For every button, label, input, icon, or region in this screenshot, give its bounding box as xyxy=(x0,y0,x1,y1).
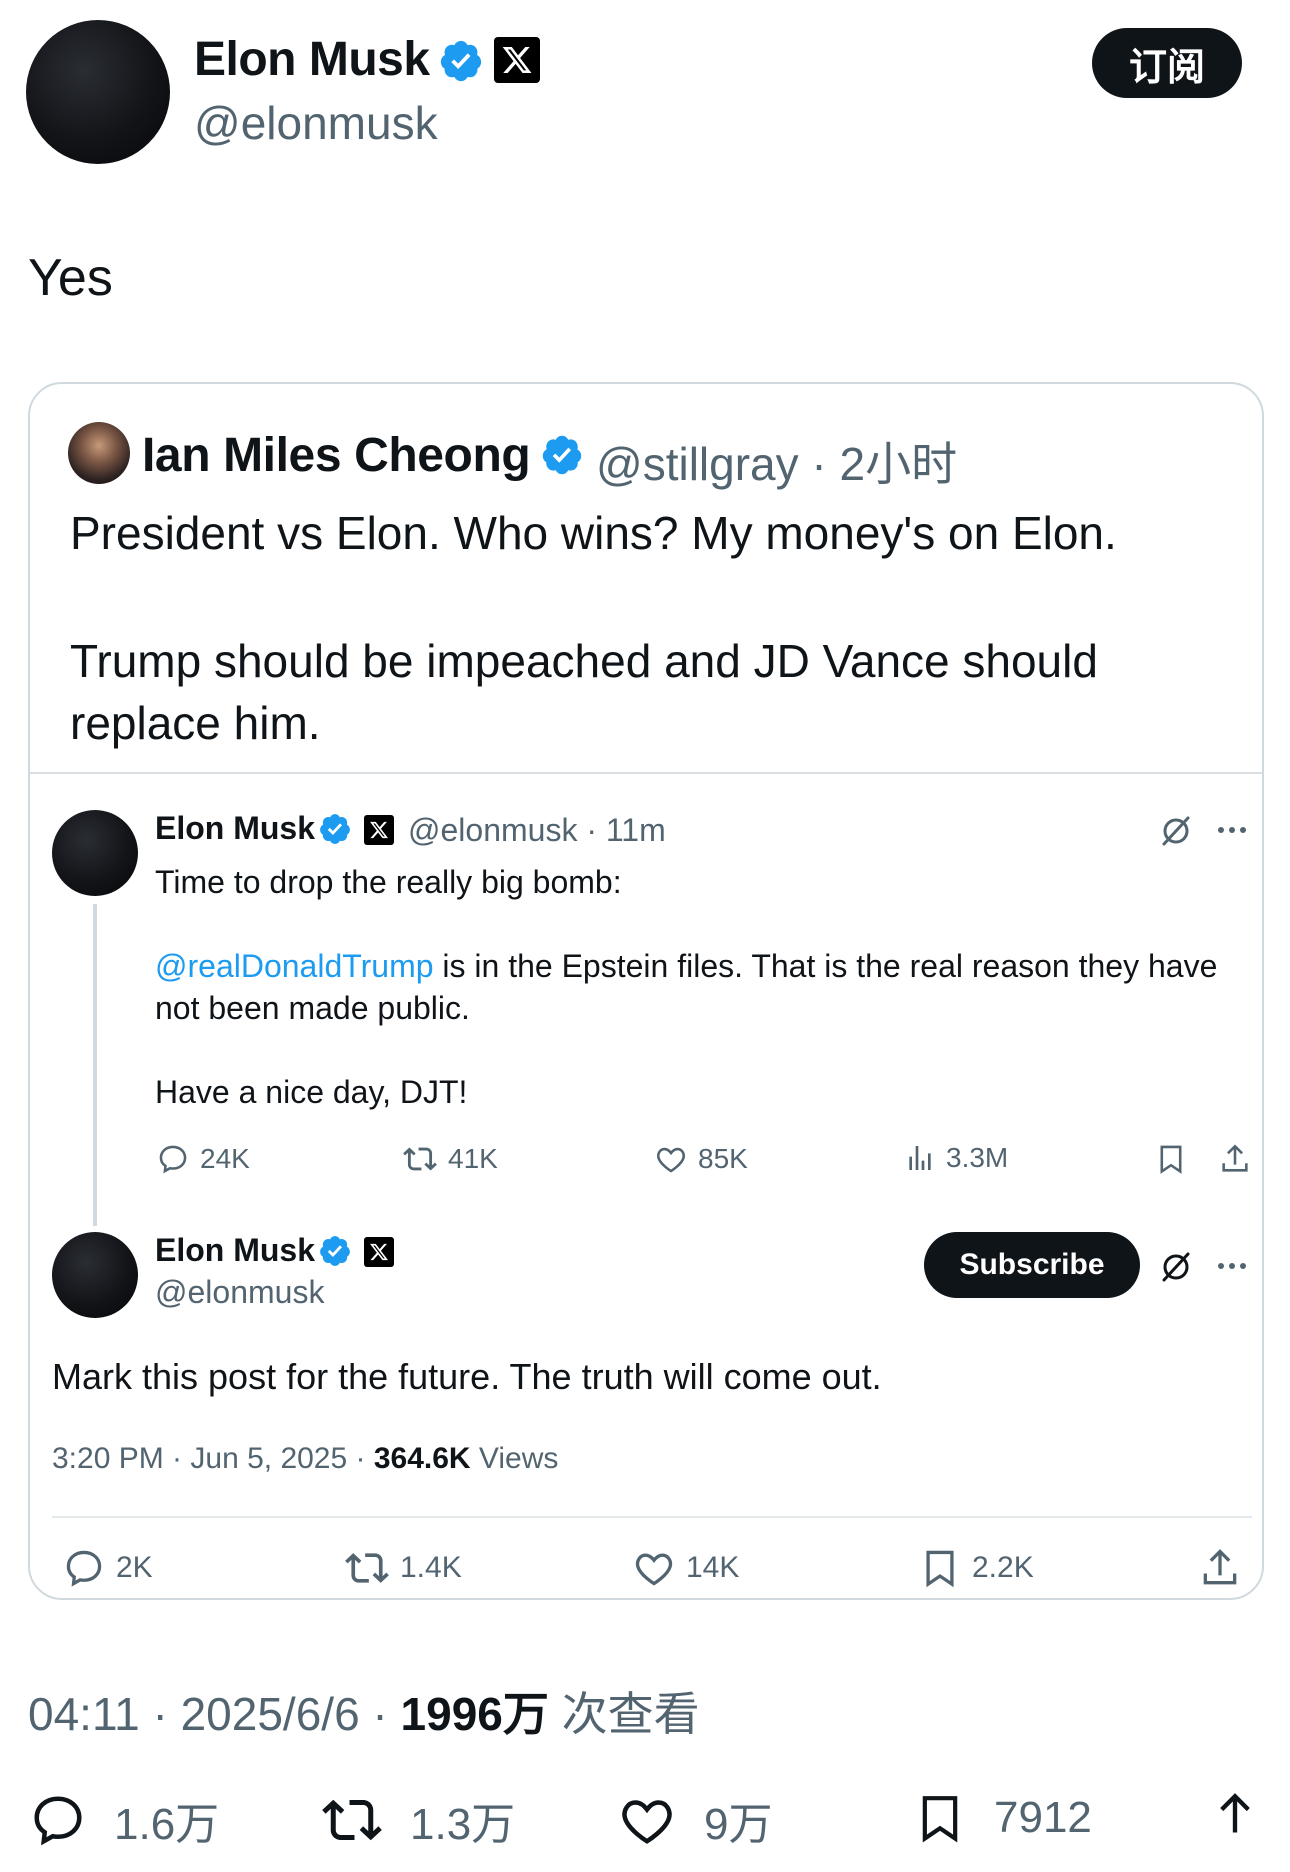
verified-badge-icon xyxy=(320,814,350,844)
embedded-repost-stat: 41K xyxy=(402,1142,498,1176)
repost-icon xyxy=(322,1799,382,1841)
repost-button[interactable]: 1.3万 xyxy=(320,1788,515,1852)
divider xyxy=(52,1516,1252,1518)
embedded-author-name: Elon Musk xyxy=(155,1232,316,1268)
share-icon xyxy=(1220,1793,1250,1833)
bookmark-icon xyxy=(1160,1145,1182,1174)
verified-badge-icon xyxy=(440,40,482,82)
author-avatar[interactable] xyxy=(26,20,170,164)
x-logo-icon xyxy=(364,1237,394,1267)
reply-icon xyxy=(159,1145,187,1174)
verified-badge-icon xyxy=(542,435,582,475)
quote-text-line: President vs Elon. Who wins? My money's … xyxy=(70,507,1117,559)
x-logo-icon xyxy=(364,815,394,845)
post-timestamp[interactable]: 04:11 · 2025/6/6 · 1996万 次查看 xyxy=(28,1678,700,1744)
more-icon xyxy=(1218,1263,1246,1269)
embedded-bookmark-stat: 2.2K xyxy=(918,1546,1034,1590)
thread-line xyxy=(93,904,97,1226)
author-name[interactable]: Elon Musk xyxy=(194,32,430,87)
bookmark-button[interactable]: 7912 xyxy=(912,1788,1092,1848)
embedded-reply-stat: 24K xyxy=(156,1142,250,1176)
quote-author-avatar[interactable] xyxy=(68,422,130,484)
embedded-author-avatar xyxy=(52,1232,138,1318)
embedded-author-handle: @elonmusk · 11m xyxy=(408,812,666,848)
mention-link: @realDonaldTrump xyxy=(155,948,434,984)
embedded-like-stat: 85K xyxy=(654,1142,748,1176)
share-icon xyxy=(1222,1144,1248,1172)
embedded-views-stat: 3.3M xyxy=(904,1142,1008,1174)
like-icon xyxy=(622,1800,672,1844)
like-button[interactable]: 9万 xyxy=(616,1788,772,1852)
embedded-author-avatar xyxy=(52,810,138,896)
post-text: Yes xyxy=(28,249,113,307)
like-icon xyxy=(635,1553,673,1586)
embedded-text-line: Have a nice day, DJT! xyxy=(155,1074,468,1110)
embedded-author-handle: @elonmusk xyxy=(155,1274,325,1310)
embedded-bookmark xyxy=(1154,1142,1188,1176)
like-icon xyxy=(657,1147,685,1173)
share-icon xyxy=(1203,1549,1237,1585)
embedded-like-stat: 14K xyxy=(632,1546,739,1590)
embedded-author-name: Elon Musk xyxy=(155,810,316,846)
reply-icon xyxy=(66,1550,102,1587)
share-button[interactable] xyxy=(1206,1788,1264,1848)
grok-icon xyxy=(1162,1252,1190,1282)
quote-author-name[interactable]: Ian Miles Cheong xyxy=(142,428,531,483)
verified-badge-icon xyxy=(320,1236,350,1266)
reply-button[interactable]: 1.6万 xyxy=(28,1788,219,1852)
repost-icon xyxy=(345,1553,389,1583)
bookmark-icon xyxy=(922,1796,958,1843)
subscribe-button[interactable]: 订阅 xyxy=(1092,28,1242,98)
more-icon xyxy=(1218,827,1246,833)
embedded-repost-stat: 1.4K xyxy=(344,1546,462,1590)
embedded-reply-stat: 2K xyxy=(62,1546,153,1590)
bookmark-icon xyxy=(926,1550,954,1588)
author-handle[interactable]: @elonmusk xyxy=(194,96,438,150)
quote-text-line: Trump should be impeached and JD Vance s… xyxy=(70,635,1098,749)
embedded-text-line: not been made public. xyxy=(155,990,470,1026)
embedded-text: Mark this post for the future. The truth… xyxy=(52,1356,882,1397)
reply-icon xyxy=(34,1796,82,1846)
x-logo-icon xyxy=(494,37,540,83)
quote-author-handle[interactable]: @stillgray · 2小时 xyxy=(596,428,957,494)
divider xyxy=(30,772,1262,774)
views-icon xyxy=(909,1146,931,1170)
embedded-text-line: Time to drop the really big bomb: xyxy=(155,864,622,900)
repost-icon xyxy=(403,1147,437,1171)
embedded-share xyxy=(1218,1142,1252,1176)
grok-icon xyxy=(1162,816,1190,846)
embedded-share xyxy=(1198,1546,1242,1590)
embedded-subscribe-button: Subscribe xyxy=(924,1232,1140,1298)
embedded-text-line: @realDonaldTrump is in the Epstein files… xyxy=(155,948,1218,984)
embedded-timestamp: 3:20 PM · Jun 5, 2025 · 364.6K Views xyxy=(52,1442,559,1475)
